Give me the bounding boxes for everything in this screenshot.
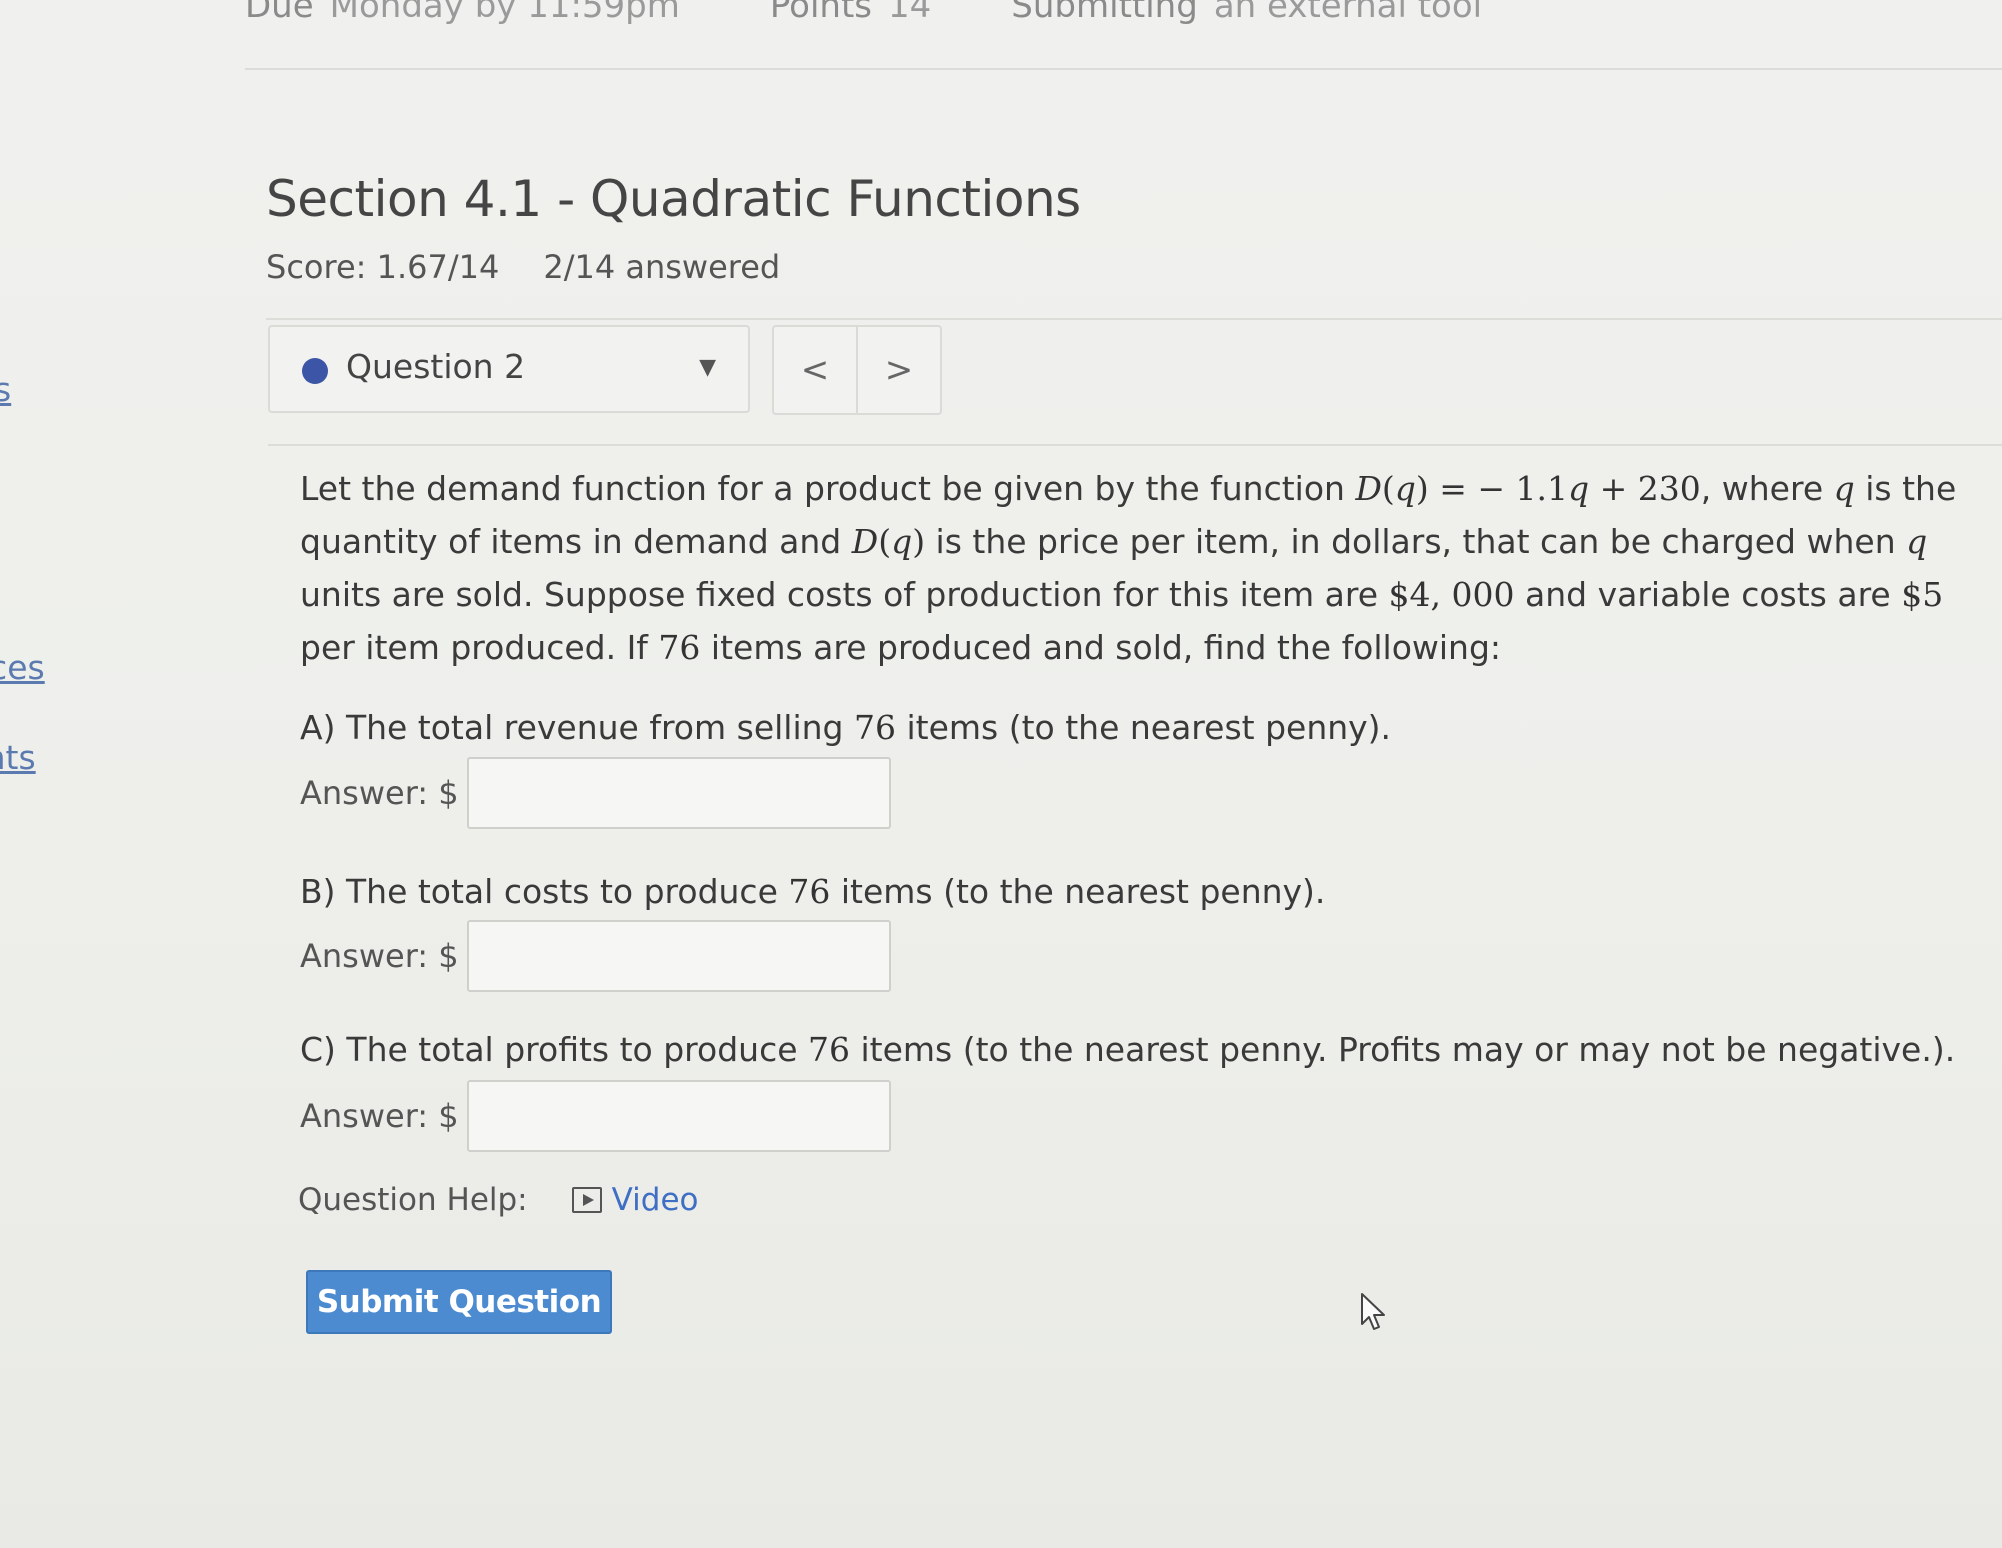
divider <box>245 68 2002 70</box>
submission-type: Submitting an external tool <box>1011 0 1483 26</box>
question-help-label: Question Help: <box>298 1182 528 1218</box>
course-nav: s urces ents <box>0 0 120 1548</box>
video-help-link[interactable]: Video <box>571 1182 699 1218</box>
question-select-label: Question 2 <box>346 347 526 386</box>
next-question-button[interactable]: > <box>856 327 940 413</box>
previous-question-button[interactable]: < <box>774 327 856 413</box>
part-a-answer-input[interactable] <box>466 757 891 829</box>
part-b-answer: Answer: $ <box>300 920 891 992</box>
video-play-icon <box>571 1187 602 1213</box>
divider <box>266 318 2002 320</box>
demand-equation: D(q) = − 1.1q + 230 <box>1355 469 1701 508</box>
divider <box>268 444 2002 446</box>
variable-cost: $5 <box>1901 575 1944 614</box>
course-nav-item-resources[interactable]: urces <box>0 648 45 687</box>
part-a-answer: Answer: $ <box>300 757 891 829</box>
question-select[interactable]: Question 2 ▼ <box>268 325 750 413</box>
score-summary: Score: 1.67/14 2/14 answered <box>266 248 780 286</box>
part-b-answer-input[interactable] <box>466 920 891 992</box>
score-text: Score: 1.67/14 <box>266 248 500 286</box>
answer-label: Answer: $ <box>300 774 459 812</box>
fixed-cost: $4, 000 <box>1388 575 1515 614</box>
video-link-label: Video <box>611 1182 699 1218</box>
part-b-prompt: B) The total costs to produce 76 items (… <box>300 872 1326 911</box>
question-text: Let the demand function for a product be… <box>300 469 1957 667</box>
answer-label: Answer: $ <box>300 1097 459 1135</box>
course-nav-item-assignments[interactable]: ents <box>0 738 36 777</box>
answered-count: 2/14 answered <box>543 248 781 286</box>
caret-down-icon: ▼ <box>699 355 716 380</box>
part-c-answer-input[interactable] <box>466 1080 891 1152</box>
part-a-prompt: A) The total revenue from selling 76 ite… <box>300 708 1392 747</box>
question-status-dot <box>302 358 328 384</box>
question-nav: < > <box>772 325 942 415</box>
due-date: Due Monday by 11:59pm <box>245 0 680 26</box>
course-nav-item[interactable]: s <box>0 370 11 409</box>
item-count: 76 <box>658 628 701 667</box>
page-title: Section 4.1 - Quadratic Functions <box>266 170 1081 228</box>
question-help: Question Help: Video <box>298 1182 698 1218</box>
points: Points 14 <box>769 0 932 26</box>
part-c-answer: Answer: $ <box>300 1080 891 1152</box>
part-c-prompt: C) The total profits to produce 76 items… <box>300 1030 1956 1069</box>
mouse-cursor-icon <box>1361 1293 1385 1330</box>
assignment-page: s urces ents Due Monday by 11:59pm Point… <box>0 0 2002 1548</box>
assignment-details: Due Monday by 11:59pm Points 14 Submitti… <box>245 0 1482 26</box>
answer-label: Answer: $ <box>300 937 459 975</box>
submit-question-button[interactable]: Submit Question <box>306 1270 612 1334</box>
